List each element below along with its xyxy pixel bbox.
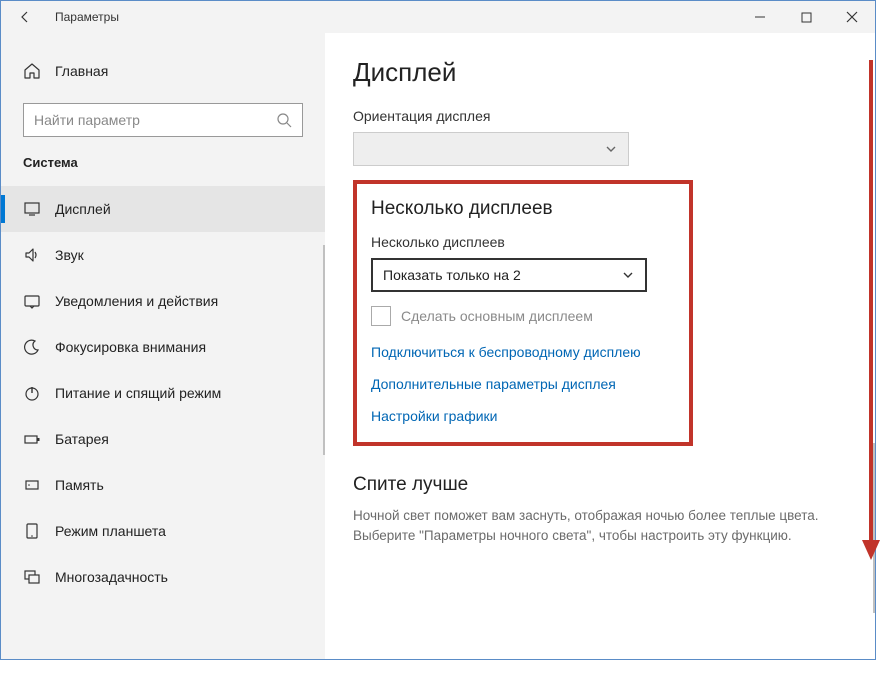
sidebar-item-label: Батарея [55,431,109,447]
tablet-icon [23,522,41,540]
minimize-icon [754,11,766,23]
home-icon [23,62,41,80]
maximize-icon [801,12,812,23]
link-wireless-display[interactable]: Подключиться к беспроводному дисплею [371,344,675,360]
sidebar-item-label: Фокусировка внимания [55,339,206,355]
sidebar: Главная Система Дисплей Звук Уведомлени [1,33,325,659]
content-area: Дисплей Ориентация дисплея Несколько дис… [325,33,875,659]
multi-displays-selected: Показать только на 2 [383,267,521,283]
search-icon [276,112,292,128]
sidebar-item-label: Многозадачность [55,569,168,585]
sidebar-item-notifications[interactable]: Уведомления и действия [1,278,325,324]
maximize-button[interactable] [783,1,829,33]
sidebar-item-label: Питание и спящий режим [55,385,221,401]
link-graphics-settings[interactable]: Настройки графики [371,408,675,424]
sidebar-home[interactable]: Главная [1,51,325,91]
sidebar-item-tablet[interactable]: Режим планшета [1,508,325,554]
sound-icon [23,246,41,264]
chevron-down-icon [621,268,635,282]
settings-window: Параметры Главная Система [0,0,876,660]
sleep-better-text: Ночной свет поможет вам заснуть, отображ… [353,506,833,547]
titlebar: Параметры [1,1,875,33]
link-advanced-display[interactable]: Дополнительные параметры дисплея [371,376,675,392]
sidebar-item-sound[interactable]: Звук [1,232,325,278]
sidebar-item-multitasking[interactable]: Многозадачность [1,554,325,600]
sleep-better-title: Спите лучше [353,474,847,496]
orientation-label: Ориентация дисплея [353,108,847,124]
page-title: Дисплей [353,57,847,88]
back-button[interactable] [1,1,49,33]
notifications-icon [23,292,41,310]
sidebar-home-label: Главная [55,63,108,79]
multi-displays-section-title: Несколько дисплеев [371,198,675,220]
minimize-button[interactable] [737,1,783,33]
search-input[interactable] [34,112,276,128]
annotation-arrow [866,60,878,560]
sidebar-item-label: Дисплей [55,201,111,217]
multitasking-icon [23,568,41,586]
display-icon [23,200,41,218]
make-main-display-label: Сделать основным дисплеем [401,308,593,324]
sidebar-item-power[interactable]: Питание и спящий режим [1,370,325,416]
sidebar-item-label: Режим планшета [55,523,166,539]
close-button[interactable] [829,1,875,33]
arrow-left-icon [17,9,33,25]
make-main-display-checkbox[interactable] [371,306,391,326]
sidebar-item-label: Память [55,477,104,493]
storage-icon [23,476,41,494]
sidebar-item-label: Звук [55,247,84,263]
sidebar-item-storage[interactable]: Память [1,462,325,508]
close-icon [846,11,858,23]
annotation-highlight-box: Несколько дисплеев Несколько дисплеев По… [353,180,693,446]
power-icon [23,384,41,402]
orientation-dropdown[interactable] [353,132,629,166]
sidebar-item-battery[interactable]: Батарея [1,416,325,462]
multi-displays-dropdown[interactable]: Показать только на 2 [371,258,647,292]
sidebar-item-focus[interactable]: Фокусировка внимания [1,324,325,370]
multi-displays-label: Несколько дисплеев [371,234,675,250]
chevron-down-icon [604,142,618,156]
sidebar-category: Система [1,155,325,180]
moon-icon [23,338,41,356]
window-title: Параметры [49,10,119,24]
sidebar-nav: Дисплей Звук Уведомления и действия Фоку… [1,186,325,600]
search-input-wrapper[interactable] [23,103,303,137]
sidebar-item-display[interactable]: Дисплей [1,186,325,232]
make-main-display-checkbox-row: Сделать основным дисплеем [371,306,675,326]
battery-icon [23,430,41,448]
sidebar-item-label: Уведомления и действия [55,293,218,309]
